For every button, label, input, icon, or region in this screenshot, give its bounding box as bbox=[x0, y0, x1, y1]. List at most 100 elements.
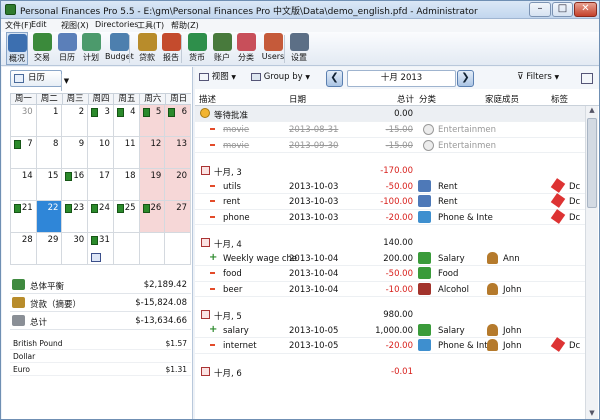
menu-item[interactable]: 帮助(Z) bbox=[171, 20, 199, 31]
menu-item[interactable]: 视图(X) bbox=[61, 20, 89, 31]
calendar-icon bbox=[14, 74, 24, 83]
menu-item[interactable]: Edit bbox=[31, 20, 47, 29]
row-total: 980.00 bbox=[383, 310, 413, 320]
calendar-day[interactable]: 12 bbox=[139, 137, 166, 169]
transaction-row[interactable]: movie 2013-08-31 -15.00 Entertainmen bbox=[195, 122, 585, 138]
menu-item[interactable]: Directories bbox=[95, 20, 138, 29]
calendar-day[interactable]: 31 bbox=[88, 233, 114, 265]
toolbar-overview-button[interactable]: 概况 bbox=[6, 32, 28, 65]
col-date[interactable]: 日期 bbox=[289, 93, 306, 105]
pin-icon bbox=[550, 177, 566, 193]
calendar-day[interactable]: 8 bbox=[36, 137, 63, 169]
transaction-row[interactable]: + salary 2013-10-05 1,000.00 Salary John bbox=[195, 323, 585, 338]
minimize-button[interactable]: – bbox=[529, 2, 551, 17]
toolbar-settings-button[interactable]: 设置 bbox=[288, 32, 310, 65]
date-group-icon bbox=[201, 366, 210, 376]
date-group-row[interactable]: 十月, 4 140.00 bbox=[195, 235, 585, 251]
calendar-day[interactable]: 6 bbox=[165, 105, 192, 137]
close-button[interactable]: ✕ bbox=[574, 2, 597, 17]
transaction-row[interactable]: phone 2013-10-03 -20.00 Phone & Inte Dc bbox=[195, 208, 585, 225]
calendar-day[interactable]: 29 bbox=[36, 233, 63, 265]
calendar-day[interactable]: 30 bbox=[10, 105, 37, 137]
calendar-day[interactable]: 27 bbox=[165, 201, 192, 233]
group-by-button[interactable]: Group by ▼ bbox=[251, 71, 310, 86]
date-group-row[interactable]: 十月, 6 -0.01 bbox=[195, 363, 585, 379]
toolbar-plan-button[interactable]: 计划 bbox=[80, 32, 102, 65]
transaction-row[interactable]: utils 2013-10-03 -50.00 Rent Dc bbox=[195, 177, 585, 194]
col-tags[interactable]: 标签 bbox=[551, 93, 568, 105]
month-selector[interactable]: 十月 2013 bbox=[347, 70, 456, 87]
calendar-day[interactable]: 13 bbox=[165, 137, 192, 169]
transaction-row[interactable]: + Weekly wage che 2013-10-04 200.00 Salary An… bbox=[195, 251, 585, 266]
calendar-day[interactable]: 18 bbox=[113, 169, 140, 201]
transaction-row[interactable]: beer 2013-10-04 -10.00 Alcohol John bbox=[195, 282, 585, 297]
toolbar-accounts-button[interactable]: 账户 bbox=[211, 32, 233, 65]
calendar-day[interactable]: 4 bbox=[113, 105, 140, 137]
filter-icon: ⊽ bbox=[517, 72, 524, 82]
calendar-day[interactable]: 7 bbox=[10, 137, 37, 169]
toolbar-loans-button[interactable]: 贷款 bbox=[136, 32, 158, 65]
col-description[interactable]: 描述 bbox=[199, 93, 216, 105]
calendar-day[interactable]: 21 bbox=[10, 201, 37, 233]
next-month-button[interactable]: ❯ bbox=[457, 70, 474, 87]
toolbar-reports-button[interactable]: 报告 bbox=[160, 32, 182, 65]
calendar-day[interactable]: 16 bbox=[62, 169, 89, 201]
panel-toggle-icon[interactable] bbox=[581, 73, 593, 84]
day-number: 22 bbox=[47, 203, 59, 213]
toolbar-users-button[interactable]: Users bbox=[261, 32, 285, 65]
row-category: Phone & Inte bbox=[438, 341, 493, 351]
calendar-view-button[interactable]: 日历 ▼ bbox=[10, 70, 69, 91]
view-menu-button[interactable]: 视图 ▼ bbox=[199, 71, 236, 86]
calendar-day[interactable]: 17 bbox=[88, 169, 114, 201]
calendar-day[interactable]: 2 bbox=[62, 105, 89, 137]
calendar-day[interactable]: 15 bbox=[36, 169, 63, 201]
calendar-day[interactable] bbox=[113, 233, 140, 265]
toolbar-currency-button[interactable]: 货币 bbox=[186, 32, 208, 65]
col-family-member[interactable]: 家庭成员 bbox=[485, 93, 519, 105]
app-window: Personal Finances Pro 5.5 - E:\gm\Person… bbox=[0, 0, 600, 420]
toolbar-transactions-button[interactable]: 交易 bbox=[31, 32, 53, 65]
calendar-day[interactable]: 9 bbox=[62, 137, 89, 169]
scroll-up-icon[interactable]: ▲ bbox=[587, 106, 597, 116]
title-bar[interactable]: Personal Finances Pro 5.5 - E:\gm\Person… bbox=[1, 1, 599, 19]
maximize-button[interactable]: □ bbox=[552, 2, 573, 17]
calendar-day[interactable]: 23 bbox=[62, 201, 89, 233]
calendar-day[interactable]: 3 bbox=[88, 105, 114, 137]
previous-month-button[interactable]: ❮ bbox=[326, 70, 343, 87]
calendar-day[interactable]: 26 bbox=[139, 201, 166, 233]
toolbar-calendar-button[interactable]: 日历 bbox=[56, 32, 78, 65]
date-group-row[interactable]: 十月, 5 980.00 bbox=[195, 307, 585, 323]
calendar-day[interactable] bbox=[165, 233, 192, 265]
filters-button[interactable]: ⊽ Filters ▼ bbox=[517, 71, 559, 86]
calendar-day[interactable]: 20 bbox=[165, 169, 192, 201]
transaction-row[interactable]: movie 2013-09-30 -15.00 Entertainmen bbox=[195, 138, 585, 153]
calendar-day[interactable]: 22 bbox=[36, 201, 63, 233]
toolbar-categories-button[interactable]: 分类 bbox=[235, 32, 257, 65]
scroll-thumb[interactable] bbox=[587, 118, 597, 208]
transaction-row[interactable]: rent 2013-10-03 -100.00 Rent Dc bbox=[195, 193, 585, 210]
calendar-day[interactable]: 5 bbox=[139, 105, 166, 137]
row-total: -20.00 bbox=[385, 212, 413, 223]
calendar-day[interactable]: 19 bbox=[139, 169, 166, 201]
vertical-scrollbar[interactable]: ▲ ▼ bbox=[585, 106, 598, 419]
menu-item[interactable]: 文件(F) bbox=[5, 20, 32, 31]
calendar-day[interactable]: 28 bbox=[10, 233, 37, 265]
calendar-day[interactable]: 30 bbox=[62, 233, 89, 265]
chevron-down-icon[interactable]: ▼ bbox=[61, 74, 71, 91]
pending-group-row[interactable]: 等待批准 0.00 bbox=[195, 106, 585, 122]
calendar-day[interactable]: 24 bbox=[88, 201, 114, 233]
menu-item[interactable]: 工具(T) bbox=[137, 20, 164, 31]
calendar-day[interactable]: 14 bbox=[10, 169, 37, 201]
col-category[interactable]: 分类 bbox=[419, 93, 436, 105]
transaction-row[interactable]: food 2013-10-04 -50.00 Food bbox=[195, 266, 585, 282]
calendar-day[interactable]: 11 bbox=[113, 137, 140, 169]
summary-value: $-15,824.08 bbox=[135, 298, 187, 308]
calendar-day[interactable]: 1 bbox=[36, 105, 63, 137]
col-total[interactable]: 总计 bbox=[397, 93, 414, 105]
date-group-row[interactable]: 十月, 3 -170.00 bbox=[195, 163, 585, 179]
transaction-row[interactable]: internet 2013-10-05 -20.00 Phone & Inte John… bbox=[195, 337, 585, 354]
calendar-day[interactable] bbox=[139, 233, 166, 265]
calendar-day[interactable]: 10 bbox=[88, 137, 114, 169]
scroll-down-icon[interactable]: ▼ bbox=[587, 409, 597, 419]
calendar-day[interactable]: 25 bbox=[113, 201, 140, 233]
